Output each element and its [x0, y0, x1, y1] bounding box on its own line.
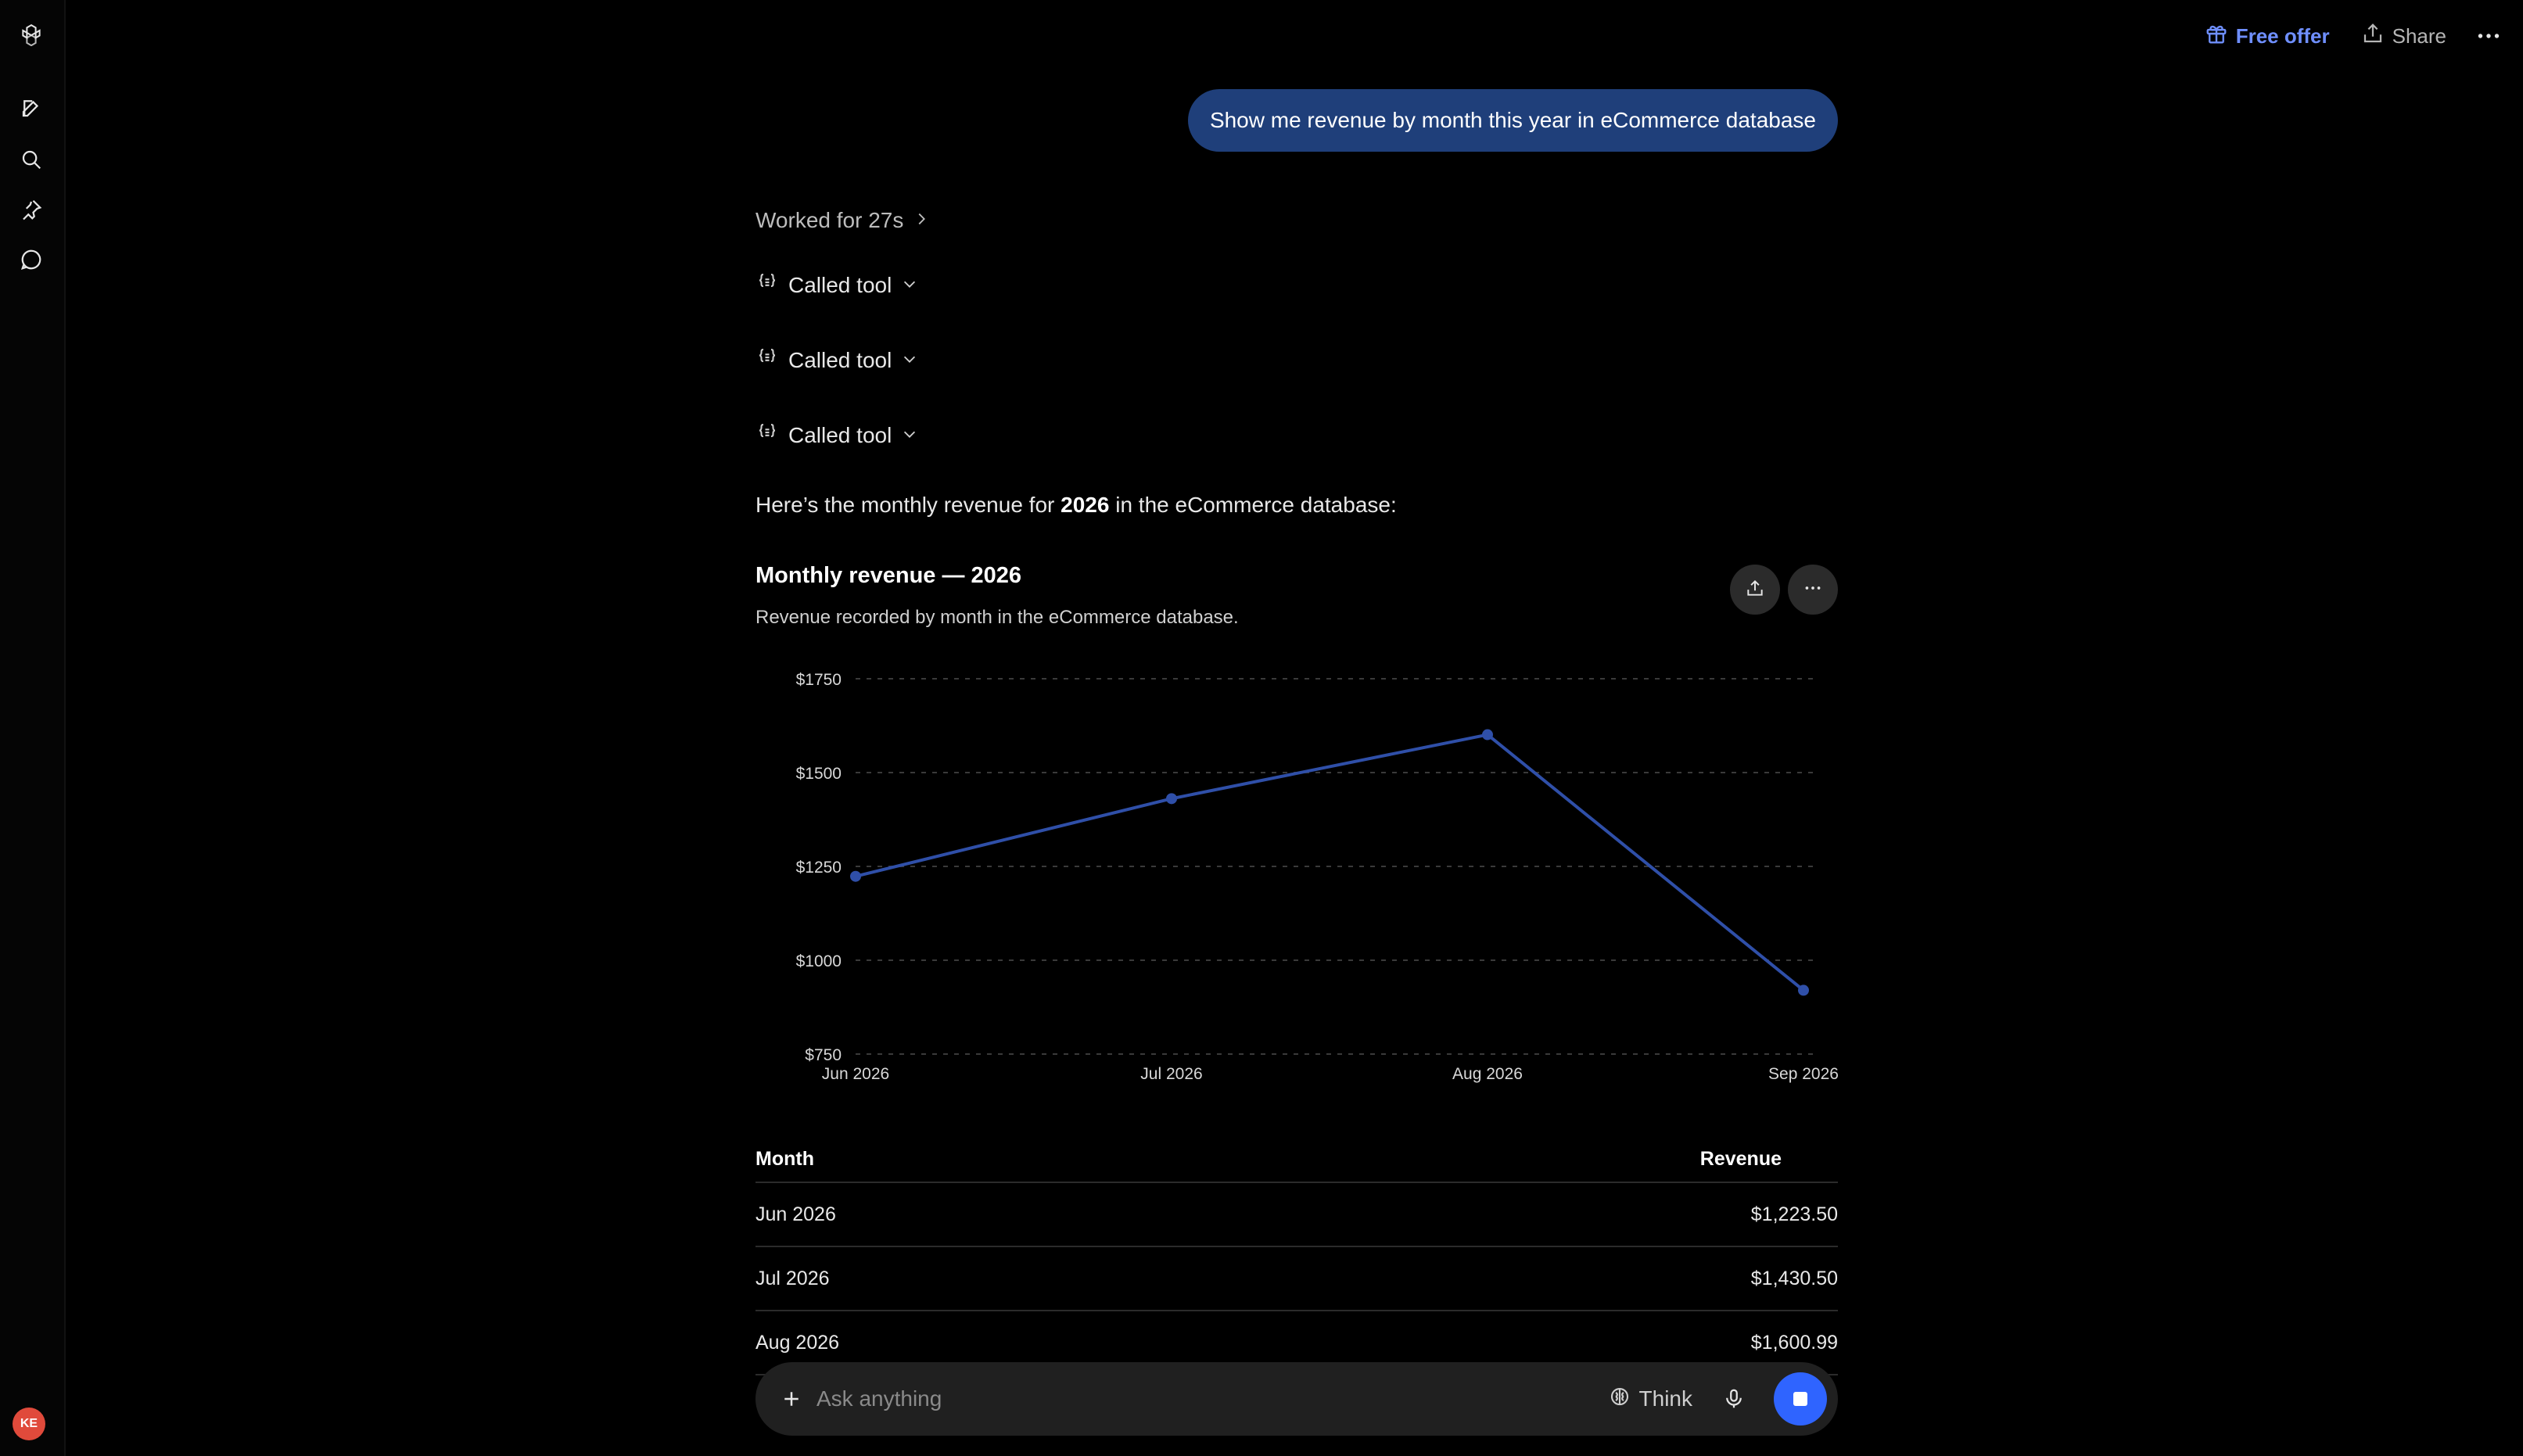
chevron-down-icon — [901, 273, 918, 298]
ask-input[interactable] — [815, 1375, 1608, 1423]
chart-more-button[interactable] — [1788, 565, 1838, 615]
chart-title: Monthly revenue — 2026 — [755, 563, 1022, 588]
more-options-icon[interactable] — [2473, 20, 2504, 52]
conversation: Show me revenue by month this year in eC… — [755, 0, 1839, 1456]
stop-generating-button[interactable] — [1774, 1372, 1827, 1426]
called-tool-label: Called tool — [788, 347, 892, 372]
tool-braces-icon — [755, 271, 779, 299]
called-tool-label: Called tool — [788, 272, 892, 297]
line-chart-svg: $750 $1000 $1250 $1500 $1750 Jun 2026 Jul 2026… — [796, 671, 1839, 1083]
data-point — [1798, 984, 1809, 996]
app-logo-icon[interactable] — [14, 17, 48, 52]
pin-icon[interactable] — [14, 192, 48, 227]
user-message-bubble: Show me revenue by month this year in eC… — [1187, 89, 1838, 152]
microphone-icon — [1726, 1389, 1742, 1408]
search-icon[interactable] — [14, 142, 48, 177]
line-chart: $750 $1000 $1250 $1500 $1750 Jun 2026 Jul 2026… — [755, 657, 1839, 1095]
assistant-intro-text: Here’s the monthly revenue for 2026 in t… — [755, 493, 1397, 518]
data-point — [1482, 729, 1493, 741]
think-label: Think — [1638, 1386, 1692, 1411]
tool-braces-icon — [755, 346, 779, 375]
called-tool-toggle[interactable]: Called tool — [755, 271, 918, 299]
called-tool-toggle[interactable]: Called tool — [755, 421, 918, 450]
share-icon — [2361, 22, 2385, 51]
tool-braces-icon — [755, 421, 779, 450]
worked-for-label: Worked for 27s — [755, 208, 904, 232]
gift-icon — [2205, 22, 2228, 51]
cell-revenue: $1,223.50 — [1750, 1203, 1838, 1225]
brain-icon — [1608, 1385, 1631, 1414]
called-tool-toggle[interactable]: Called tool — [755, 346, 918, 375]
y-tick-label: $1750 — [796, 671, 842, 689]
ellipsis-icon — [1803, 578, 1823, 602]
new-chat-icon[interactable] — [14, 91, 48, 125]
th-month: Month — [755, 1148, 814, 1170]
microphone-button[interactable] — [1716, 1381, 1752, 1417]
y-tick-label: $750 — [805, 1046, 842, 1064]
table-row: Jun 2026 $1,223.50 — [755, 1183, 1838, 1247]
upload-icon — [1745, 578, 1765, 602]
y-tick-label: $1250 — [796, 859, 842, 877]
cell-revenue: $1,600.99 — [1750, 1331, 1838, 1354]
x-tick-label: Aug 2026 — [1452, 1065, 1523, 1083]
cell-month: Jun 2026 — [755, 1203, 836, 1225]
avatar[interactable]: KE — [13, 1408, 45, 1440]
chat-bubble-icon[interactable] — [14, 242, 48, 277]
app-root: KE Free offer Share Show me revenue by m… — [0, 0, 2523, 1456]
stop-icon — [1793, 1392, 1807, 1406]
chevron-right-icon — [913, 208, 930, 233]
worked-for-toggle[interactable]: Worked for 27s — [755, 208, 930, 233]
composer: Think — [755, 1362, 1838, 1436]
y-tick-label: $1500 — [796, 765, 842, 783]
table-header: Month Revenue — [755, 1148, 1838, 1183]
add-attachment-button[interactable] — [774, 1382, 809, 1416]
revenue-table: Month Revenue Jun 2026 $1,223.50 Jul 202… — [755, 1148, 1838, 1375]
think-toggle[interactable]: Think — [1608, 1385, 1692, 1414]
intro-prefix: Here’s the monthly revenue for — [755, 493, 1061, 517]
free-offer-label: Free offer — [2235, 23, 2330, 48]
cell-month: Jul 2026 — [755, 1267, 830, 1289]
x-tick-label: Sep 2026 — [1768, 1065, 1838, 1083]
intro-suffix: in the eCommerce database: — [1109, 493, 1397, 517]
cell-revenue: $1,430.50 — [1750, 1267, 1838, 1289]
called-tool-label: Called tool — [788, 422, 892, 447]
chevron-down-icon — [901, 423, 918, 448]
export-chart-button[interactable] — [1730, 565, 1780, 615]
y-tick-label: $1000 — [796, 952, 842, 970]
top-bar: Free offer Share — [2200, 19, 2504, 53]
x-tick-label: Jun 2026 — [822, 1065, 889, 1083]
data-point — [850, 870, 861, 882]
x-tick-label: Jul 2026 — [1140, 1065, 1202, 1083]
chart-actions — [1730, 565, 1838, 615]
data-point — [1166, 793, 1177, 805]
chevron-down-icon — [901, 348, 918, 373]
share-label: Share — [2392, 23, 2446, 48]
left-rail: KE — [0, 0, 66, 1456]
share-button[interactable]: Share — [2356, 19, 2451, 54]
table-row: Jul 2026 $1,430.50 — [755, 1247, 1838, 1311]
chart-subtitle: Revenue recorded by month in the eCommer… — [755, 607, 1239, 628]
intro-year: 2026 — [1061, 493, 1110, 517]
cell-month: Aug 2026 — [755, 1331, 840, 1354]
plus-icon — [784, 1392, 799, 1406]
free-offer-button[interactable]: Free offer — [2200, 19, 2335, 54]
th-revenue: Revenue — [1699, 1148, 1782, 1170]
